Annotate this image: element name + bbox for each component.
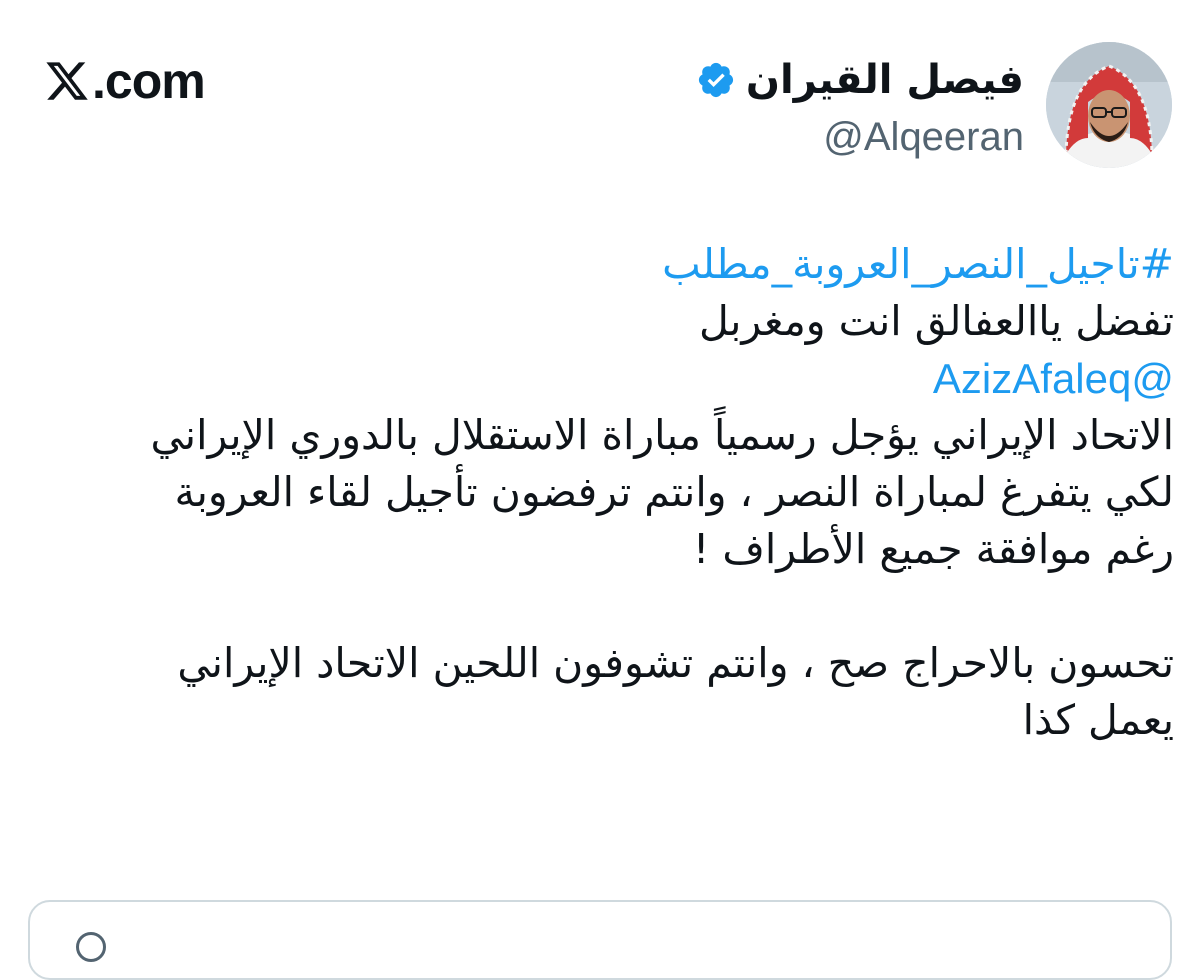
tweet-text: #تاجيل_النصر_العروبة_مطلب تفضل ياالعفالق… [34, 236, 1175, 749]
verified-badge-icon [698, 62, 733, 98]
x-brand[interactable]: .com [44, 52, 206, 110]
brand-domain: .com [92, 53, 206, 109]
quoted-card[interactable] [28, 900, 1172, 980]
avatar[interactable] [1046, 42, 1172, 168]
author-name-row: فيصل القيران [696, 52, 1024, 108]
tweet-line: رغم موافقة جميع الأطراف ! [692, 525, 1174, 573]
tweet-line: الاتحاد الإيراني يؤجل رسمياً مباراة الاس… [150, 411, 1175, 459]
hashtag-link[interactable]: #تاجيل_النصر_العروبة_مطلب [34, 236, 1174, 293]
avatar-image [1046, 42, 1172, 168]
author-name[interactable]: فيصل القيران [746, 52, 1024, 108]
card-avatar-icon [76, 932, 106, 962]
mention-link[interactable]: @AzizAfaleq [34, 350, 1174, 407]
tweet-line: لكي يتفرغ لمباراة النصر ، وانتم ترفضون ت… [174, 468, 1175, 516]
author-info[interactable]: فيصل القيران @Alqeeran [696, 52, 1024, 162]
tweet-line: تفضل ياالعفالق انت ومغربل [698, 297, 1174, 345]
author-handle[interactable]: @Alqeeran [696, 112, 1024, 162]
x-logo-icon [46, 62, 88, 100]
tweet-line: تحسون بالاحراج صح ، وانتم تشوفون اللحين … [177, 639, 1174, 687]
tweet-line: يعمل كذا [1022, 696, 1174, 744]
